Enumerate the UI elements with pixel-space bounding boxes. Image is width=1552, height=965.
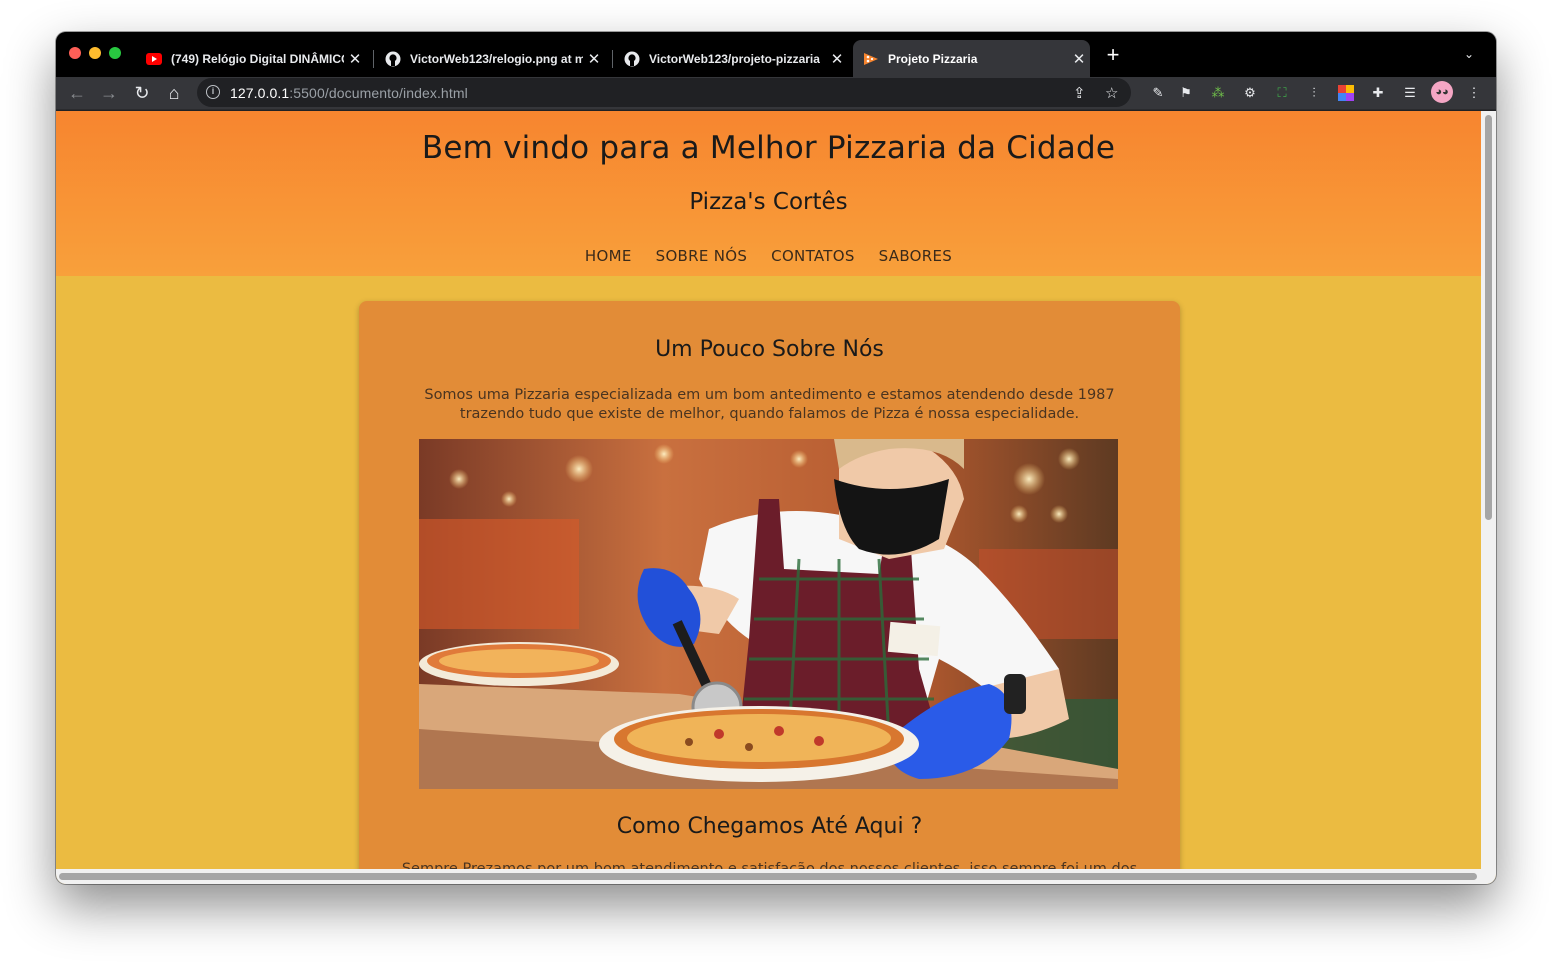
tab-title: Projeto Pizzaria [888,51,978,66]
home-button[interactable]: ⌂ [162,81,186,105]
browser-window: (749) Relógio Digital DINÂMICO ✕ VictorW… [56,32,1496,884]
brand-name: Pizza's Cortês [689,189,848,215]
tab-separator [612,50,613,68]
pizza-icon [863,51,879,67]
window-maximize-button[interactable] [109,47,121,59]
page-viewport: Bem vindo para a Melhor Pizzaria da Cida… [56,111,1496,884]
back-button[interactable]: ← [65,81,89,105]
extension-network-icon[interactable]: ⁂ [1209,84,1227,102]
tab-separator [373,50,374,68]
tab-title: VictorWeb123/projeto-pizzaria [649,51,820,66]
tab-github-projeto[interactable]: VictorWeb123/projeto-pizzaria ✕ [614,40,848,77]
reading-list-icon[interactable]: ☰ [1401,84,1419,102]
new-tab-button[interactable]: + [1102,44,1124,66]
extension-sliders-icon[interactable]: ⫶ [1305,84,1323,102]
tab-close-icon[interactable]: ✕ [344,50,366,68]
tab-title: VictorWeb123/relogio.png at m [410,51,583,66]
browser-menu-icon[interactable]: ⋮ [1465,84,1483,102]
horizontal-scrollbar-thumb[interactable] [59,873,1477,880]
youtube-icon [146,51,162,67]
content-card: Um Pouco Sobre Nós Somos uma Pizzaria es… [359,301,1180,884]
github-icon [385,51,401,67]
extension-screenshot-icon[interactable]: ⛶ [1273,84,1291,102]
tab-title: (749) Relógio Digital DINÂMICO [171,51,344,66]
vertical-scrollbar-thumb[interactable] [1485,115,1492,520]
extensions-puzzle-icon[interactable]: ✚ [1369,84,1387,102]
menu-home-link[interactable]: HOME [585,247,632,265]
menu-flavors-link[interactable]: SABORES [879,247,952,265]
github-icon [624,51,640,67]
menu-about-link[interactable]: SOBRE NÓS [656,247,748,265]
profile-avatar[interactable]: ◕◕ [1431,81,1453,103]
main-menu: HOME SOBRE NÓS CONTATOS SABORES [56,247,1481,265]
menu-contacts-link[interactable]: CONTATOS [771,247,855,265]
window-close-button[interactable] [69,47,81,59]
tab-github-relogio[interactable]: VictorWeb123/relogio.png at m ✕ [375,40,605,77]
about-paragraph: Somos uma Pizzaria especializada em um b… [424,387,1115,422]
tab-projeto-pizzaria[interactable]: Projeto Pizzaria ✕ [853,40,1090,77]
site-info-icon[interactable]: i [206,85,220,99]
extension-gear-icon[interactable]: ⚙ [1241,84,1259,102]
how-heading: Como Chegamos Até Aqui ? [616,814,923,839]
reload-button[interactable]: ↻ [130,81,154,105]
tab-close-icon[interactable]: ✕ [583,50,605,68]
extension-pin-icon[interactable]: ⚑ [1177,84,1195,102]
tab-youtube[interactable]: (749) Relógio Digital DINÂMICO ✕ [136,40,366,77]
window-minimize-button[interactable] [89,47,101,59]
address-bar[interactable]: i 127.0.0.1:5500/documento/index.html ⇪ … [197,78,1131,107]
about-heading: Um Pouco Sobre Nós [655,337,884,362]
share-icon[interactable]: ⇪ [1073,84,1086,102]
tab-strip: (749) Relógio Digital DINÂMICO ✕ VictorW… [56,32,1496,77]
extension-pen-icon[interactable]: ✎ [1149,84,1167,102]
browser-toolbar: ← → ↻ ⌂ i 127.0.0.1:5500/documento/index… [56,77,1496,110]
site-header: Bem vindo para a Melhor Pizzaria da Cida… [56,111,1481,276]
pizza-chef-photo [419,439,1118,789]
forward-button[interactable]: → [97,81,121,105]
tab-search-chevron-icon[interactable]: ⌄ [1464,47,1474,61]
url-text[interactable]: 127.0.0.1:5500/documento/index.html [230,85,468,101]
bookmark-star-icon[interactable]: ☆ [1105,84,1118,102]
extension-colorpicker-icon[interactable] [1337,84,1355,102]
tab-close-icon[interactable]: ✕ [826,50,848,68]
tab-close-icon[interactable]: ✕ [1068,50,1090,68]
welcome-heading: Bem vindo para a Melhor Pizzaria da Cida… [421,130,1116,166]
